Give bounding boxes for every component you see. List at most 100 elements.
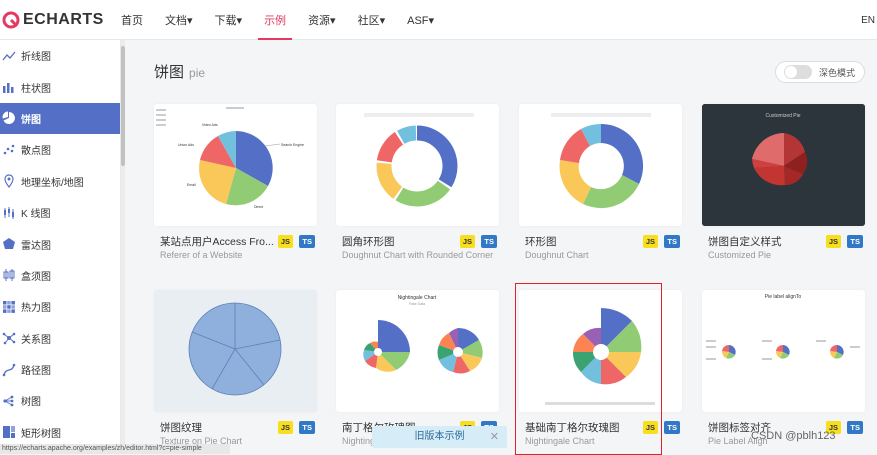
old-version-banner[interactable]: 旧版本示例 ✕	[372, 426, 507, 448]
sidebar-item-graph[interactable]: 关系图	[0, 323, 120, 354]
card-title: 环形图	[525, 236, 557, 248]
sidebar-item-candlestick[interactable]: K 线图	[0, 197, 120, 228]
card-thumbnail[interactable]: Customized Pie	[702, 104, 865, 226]
sidebar-item-bar[interactable]: 柱状图	[0, 71, 120, 102]
dark-mode-label: 深色模式	[819, 67, 856, 78]
pie-label-align-thumbnail-chart: Pie label alignTo	[706, 294, 860, 360]
card-thumbnail[interactable]	[519, 104, 682, 226]
pie-thumbnail-chart: Search Engine Direct Email Union Ads Vid…	[156, 107, 304, 209]
nav-download[interactable]: 下载▾	[215, 0, 243, 40]
label-union-ads: Union Ads	[178, 143, 194, 147]
sidebar-item-boxplot[interactable]: 盒须图	[0, 260, 120, 291]
card5-chart-title: Nightingale Chart	[398, 295, 437, 301]
sidebar-item-line[interactable]: 折线图	[0, 40, 120, 71]
section-title: 饼图 pie	[154, 61, 205, 82]
card-thumbnail[interactable]	[154, 290, 317, 412]
js-badge[interactable]: JS	[642, 235, 658, 248]
old-version-link[interactable]: 旧版本示例	[415, 431, 465, 442]
boxplot-icon	[3, 269, 15, 282]
language-switch[interactable]: EN	[861, 0, 875, 40]
section-subtitle: pie	[189, 66, 206, 80]
nav-home[interactable]: 首页	[121, 0, 143, 40]
example-card[interactable]: 环形图 Doughnut Chart JS TS	[519, 104, 682, 260]
nav-docs[interactable]: 文档▾	[165, 0, 193, 40]
scatter-chart-icon	[3, 144, 15, 155]
sidebar-item-label: 雷达图	[21, 240, 51, 252]
example-card[interactable]: 饼图纹理 Texture on Pie Chart JS TS	[154, 290, 317, 446]
ts-badge[interactable]: TS	[664, 421, 680, 434]
card-title: 某站点用户Access Fro...	[160, 236, 274, 248]
sidebar-item-radar[interactable]: 雷达图	[0, 228, 120, 259]
sidebar-item-label: K 线图	[21, 209, 51, 221]
nav-asf[interactable]: ASF▾	[407, 0, 434, 40]
sidebar-item-label: 矩形树图	[21, 428, 61, 440]
example-card[interactable]: 圆角环形图 Doughnut Chart with Rounded Corner…	[336, 104, 499, 260]
status-bar-url: https://echarts.apache.org/examples/zh/e…	[0, 444, 230, 454]
example-card[interactable]: Pie label alignTo 饼图标签对齐 Pie Label Align…	[702, 290, 865, 446]
heatmap-icon	[3, 300, 15, 313]
sidebar-item-scatter[interactable]: 散点图	[0, 134, 120, 165]
card3-chart-title: Customized Pie	[765, 113, 800, 119]
main-nav: 首页 文档▾ 下载▾ 示例 资源▾ 社区▾ ASF▾	[110, 0, 445, 40]
sidebar-item-tree[interactable]: 树图	[0, 385, 120, 416]
sidebar-item-label: 地理坐标/地图	[21, 177, 84, 189]
sidebar-item-heatmap[interactable]: 热力图	[0, 291, 120, 322]
card-thumbnail[interactable]: Nightingale Chart Fake Data	[336, 290, 499, 412]
ts-badge[interactable]: TS	[847, 235, 863, 248]
sidebar-item-lines[interactable]: 路径图	[0, 354, 120, 385]
doughnut-thumbnail-chart	[551, 113, 651, 209]
js-badge[interactable]: JS	[277, 235, 293, 248]
line-chart-icon	[2, 51, 16, 61]
card-subtitle: Doughnut Chart	[525, 250, 589, 260]
tree-icon	[3, 395, 14, 407]
card-title: 基础南丁格尔玫瑰图	[525, 422, 620, 434]
card-thumbnail[interactable]: Search Engine Direct Email Union Ads Vid…	[154, 104, 317, 226]
map-icon	[4, 174, 14, 189]
ts-badge[interactable]: TS	[847, 421, 863, 434]
customized-pie-thumbnail-chart: Customized Pie	[702, 104, 865, 226]
ts-badge[interactable]: TS	[299, 421, 315, 434]
card-subtitle: Nightingale Chart	[525, 436, 595, 446]
label-search-engine: Search Engine	[281, 143, 304, 147]
sidebar-item-label: 关系图	[21, 334, 51, 346]
ts-badge[interactable]: TS	[299, 235, 315, 248]
sidebar-item-label: 热力图	[21, 303, 51, 315]
card-title: 圆角环形图	[342, 236, 395, 248]
card-thumbnail[interactable]: Pie label alignTo	[702, 290, 865, 412]
card-subtitle: Doughnut Chart with Rounded Corner	[342, 250, 494, 260]
echarts-logo-icon	[2, 11, 20, 29]
label-direct: Direct	[254, 205, 263, 209]
example-card[interactable]: 基础南丁格尔玫瑰图 Nightingale Chart JS TS	[519, 290, 682, 446]
sidebar-item-map[interactable]: 地理坐标/地图	[0, 166, 120, 197]
nav-resources[interactable]: 资源▾	[308, 0, 336, 40]
card-thumbnail[interactable]	[336, 104, 499, 226]
js-badge[interactable]: JS	[825, 235, 841, 248]
section-title-text: 饼图	[154, 64, 185, 81]
sidebar-item-label: 饼图	[21, 114, 41, 126]
sidebar-item-label: 树图	[21, 397, 41, 409]
toggle-switch[interactable]	[784, 65, 812, 79]
close-icon[interactable]: ✕	[490, 426, 499, 448]
card-title: 饼图纹理	[160, 422, 202, 434]
js-badge[interactable]: JS	[277, 421, 293, 434]
bar-chart-icon	[3, 83, 14, 94]
echarts-logo[interactable]: ECHARTS	[2, 10, 104, 30]
csdn-watermark: CSDN @pblh123	[751, 430, 836, 442]
ts-badge[interactable]: TS	[481, 235, 497, 248]
nav-community[interactable]: 社区▾	[358, 0, 386, 40]
sidebar-item-pie[interactable]: 饼图	[0, 102, 120, 135]
card7-chart-title: Pie label alignTo	[765, 294, 802, 300]
examples-panel: 饼图 pie 深色模式 Search Engine Direct Email Un…	[125, 40, 877, 455]
example-card[interactable]: Search Engine Direct Email Union Ads Vid…	[154, 104, 317, 260]
js-badge[interactable]: JS	[642, 421, 658, 434]
sidebar-item-label: 散点图	[21, 146, 51, 158]
dark-mode-toggle[interactable]: 深色模式	[775, 61, 865, 83]
example-card[interactable]: Nightingale Chart Fake Data Nightingale	[336, 290, 499, 446]
example-card[interactable]: Customized Pie 饼图自定义样式 Customized Pie JS…	[702, 104, 865, 260]
js-badge[interactable]: JS	[459, 235, 475, 248]
sidebar-item-label: 盒须图	[21, 271, 51, 283]
nav-examples[interactable]: 示例	[258, 0, 293, 40]
ts-badge[interactable]: TS	[664, 235, 680, 248]
card-thumbnail[interactable]	[519, 290, 682, 412]
card5-chart-subtitle: Fake Data	[409, 302, 425, 306]
